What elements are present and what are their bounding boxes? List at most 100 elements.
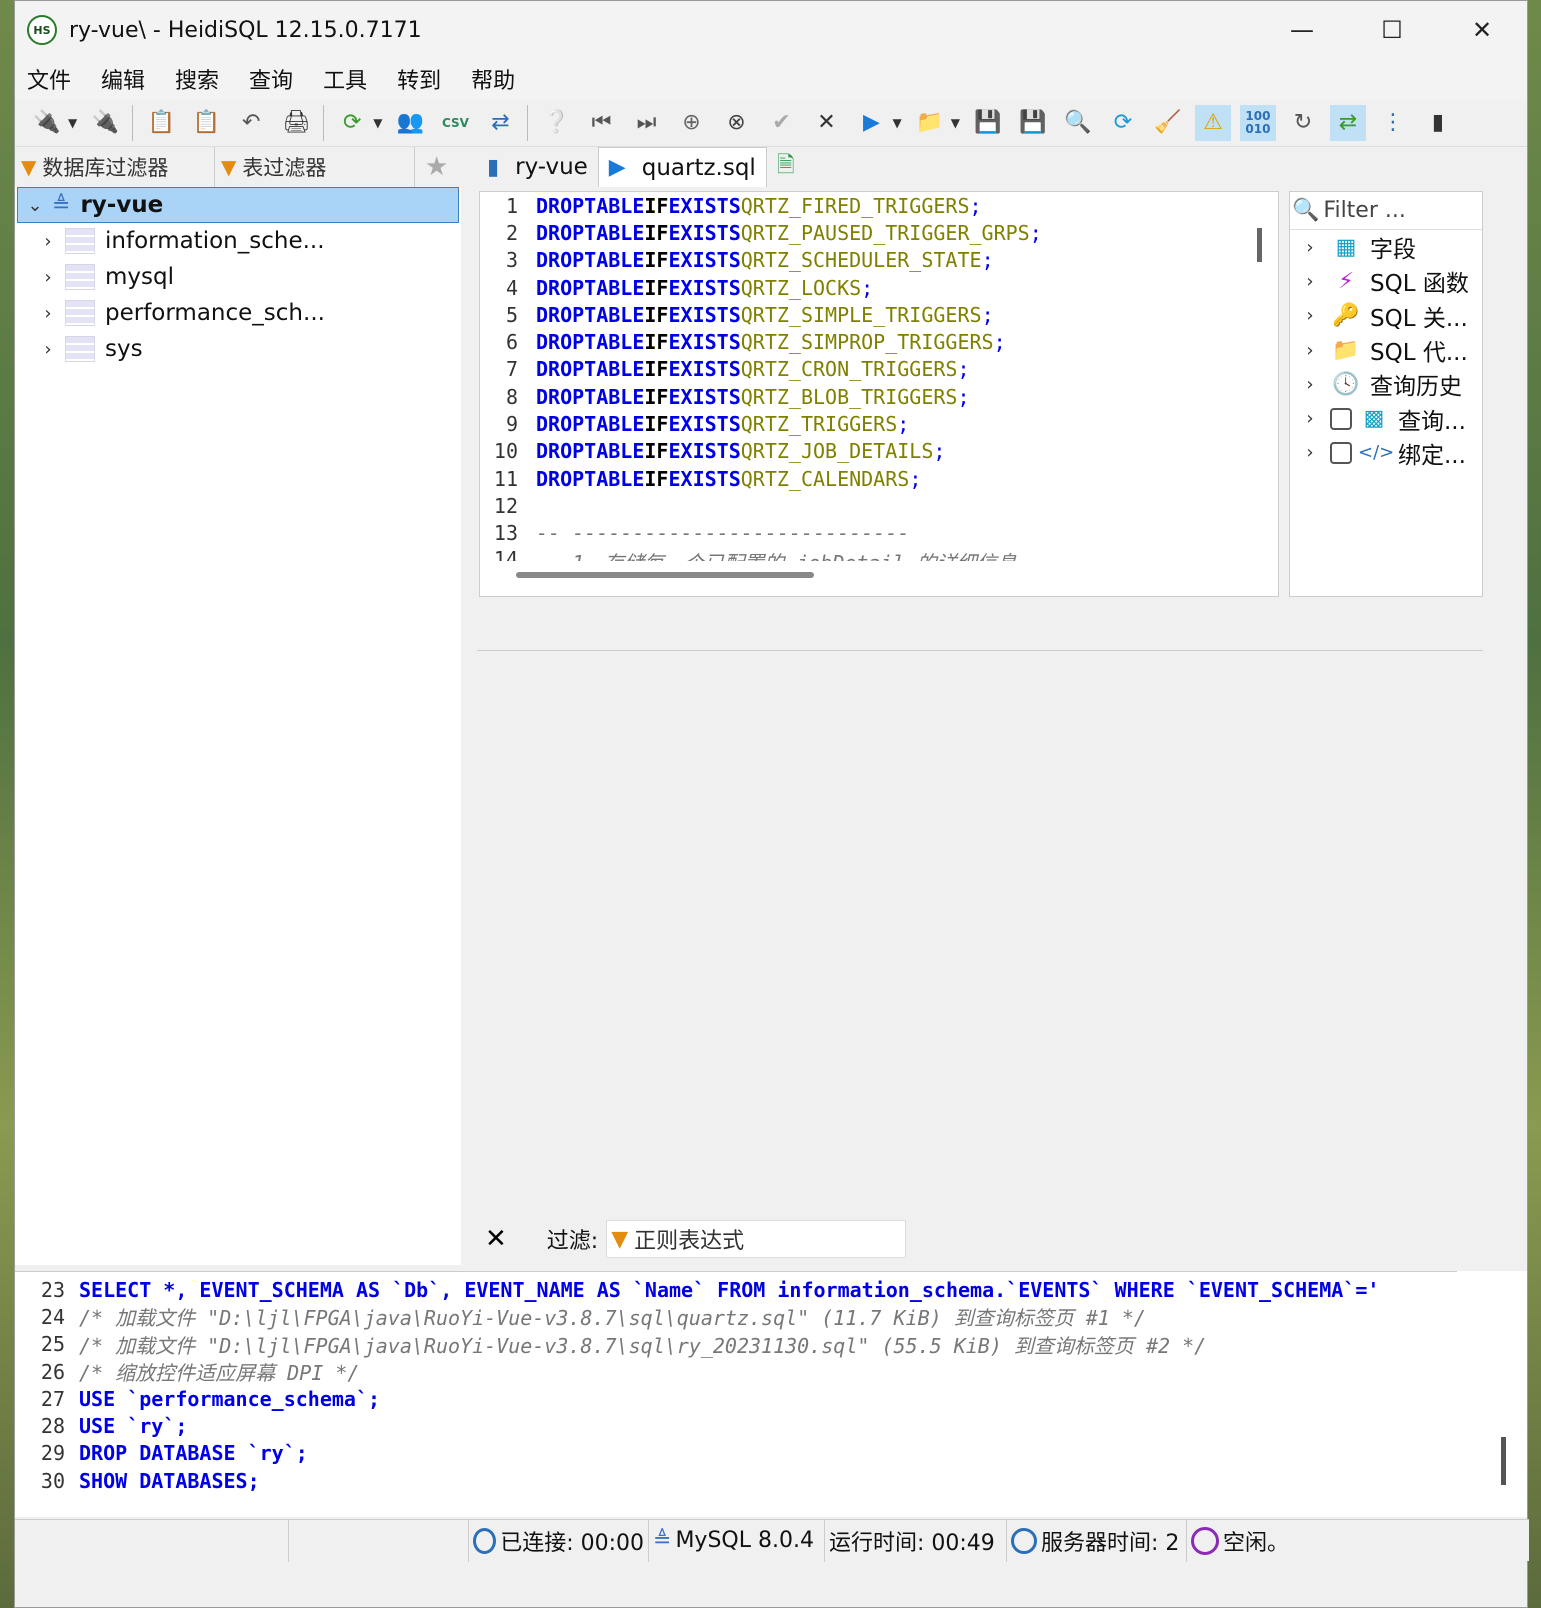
user-manager-icon[interactable]: 👥 [392, 105, 428, 141]
add-record-icon[interactable]: ⊕ [673, 105, 709, 141]
tree-node-db[interactable]: › performance_sch... [15, 295, 461, 331]
database-filter-tab[interactable]: ▼ 数据库过滤器 [15, 147, 215, 187]
table-filter-tab[interactable]: ▼ 表过滤器 [215, 147, 415, 187]
keyword-if: IF [644, 193, 669, 218]
save-icon[interactable]: 💾 [970, 105, 1006, 141]
chevron-right-icon[interactable]: › [1290, 374, 1330, 395]
helper-item-keywords[interactable]: › 🔑 SQL 关... [1290, 299, 1482, 333]
tree-node-root[interactable]: ⌄ ≜ ry-vue [17, 187, 459, 223]
menu-tools[interactable]: 工具 [323, 63, 367, 95]
keyword-exists: EXISTS [668, 439, 741, 464]
binary-icon[interactable]: 100 010 [1239, 104, 1276, 141]
keyword-if: IF [644, 384, 669, 409]
helper-item-profile[interactable]: › ▩ 查询... [1290, 401, 1482, 435]
replace-icon[interactable]: ⟳ [1105, 105, 1141, 141]
helper-label: SQL 代... [1370, 340, 1468, 367]
table-grid-icon: ▦ [1335, 234, 1357, 260]
app-icon: HS [27, 15, 57, 45]
tab-query[interactable]: ▶ quartz.sql [597, 147, 767, 187]
tab-database[interactable]: ▮ ry-vue [477, 147, 598, 187]
export-csv-icon[interactable]: CSV [437, 105, 473, 141]
connect-icon[interactable]: 🔌 [29, 105, 65, 141]
find-icon[interactable]: 🔍 [1060, 105, 1096, 141]
mysql-dolphin-icon: ≜ [653, 1528, 672, 1553]
undo-icon[interactable]: ↶ [233, 105, 269, 141]
menu-file[interactable]: 文件 [27, 63, 71, 95]
keyword-exists: EXISTS [668, 248, 741, 273]
chevron-right-icon[interactable]: › [31, 267, 65, 288]
wrap-icon[interactable]: ↻ [1285, 105, 1321, 141]
sql-log-panel[interactable]: 23 SELECT *, EVENT_SCHEMA AS `Db`, EVENT_… [15, 1271, 1457, 1517]
favorite-star-icon[interactable]: ★ [425, 152, 448, 182]
checkbox[interactable] [1330, 441, 1352, 464]
chevron-right-icon[interactable]: › [1290, 305, 1330, 326]
helper-item-snippets[interactable]: › 📁 SQL 代... [1290, 333, 1482, 367]
chevron-right-icon[interactable]: › [1290, 340, 1330, 361]
print-icon[interactable]: 🖨 [278, 105, 314, 141]
log-scrollbar[interactable] [1501, 1437, 1506, 1485]
checkbox[interactable] [1330, 407, 1352, 430]
post-record-icon[interactable]: ✔ [763, 105, 799, 141]
close-button[interactable]: ✕ [1437, 1, 1527, 59]
execute-icon[interactable]: ▶ [853, 105, 889, 141]
helper-item-history[interactable]: › 🕓 查询历史 [1290, 367, 1482, 401]
menu-goto[interactable]: 转到 [397, 63, 441, 95]
last-record-icon[interactable]: ⏭ [628, 105, 664, 141]
tree-node-db[interactable]: › sys [15, 331, 461, 367]
chevron-right-icon[interactable]: › [1290, 271, 1330, 292]
chevron-right-icon[interactable]: › [1290, 237, 1330, 258]
more-icon[interactable]: ▮ [1420, 105, 1456, 141]
transfer-icon[interactable]: ⇄ [482, 105, 518, 141]
execute-dropdown-icon[interactable]: ▼ [892, 116, 901, 130]
save-snippet-icon[interactable]: 💾 [1015, 105, 1051, 141]
semicolon: ; [957, 384, 970, 409]
sql-editor[interactable]: 1 DROP TABLE IF EXISTS QRTZ_FIRED_TRIGGER… [479, 191, 1279, 597]
minimize-button[interactable]: — [1257, 1, 1347, 59]
chevron-right-icon[interactable]: › [31, 339, 65, 360]
keyword-exists: EXISTS [668, 412, 741, 437]
chevron-right-icon[interactable]: › [1290, 408, 1330, 429]
menu-search[interactable]: 搜索 [175, 63, 219, 95]
refresh-icon[interactable]: ⟳ [334, 105, 370, 141]
menu-help[interactable]: 帮助 [471, 63, 515, 95]
keyword-drop: DROP [536, 330, 585, 355]
helpers-filter[interactable]: 🔍 Filter ... [1290, 192, 1482, 230]
maximize-button[interactable]: ☐ [1347, 1, 1437, 59]
open-folder-icon[interactable]: 📁 [912, 105, 948, 141]
helper-item-functions[interactable]: › ⚡ SQL 函数 [1290, 264, 1482, 298]
first-record-icon[interactable]: ⏮ [583, 105, 619, 141]
helper-item-columns[interactable]: › ▦ 字段 [1290, 230, 1482, 264]
copy-icon[interactable]: 📋 [143, 105, 179, 141]
splitter-strip[interactable] [477, 597, 1483, 651]
vertical-scrollbar[interactable] [1257, 228, 1262, 262]
helper-item-bind[interactable]: › </> 绑定... [1290, 436, 1482, 470]
regex-filter-input[interactable]: ▼ 正则表达式 [606, 1220, 907, 1258]
paste-icon[interactable]: 📋 [188, 105, 224, 141]
vertical-dots-icon[interactable]: ⋮ [1375, 105, 1411, 141]
log-text: USE `ry`; [79, 1414, 188, 1439]
delete-record-icon[interactable]: ⊗ [718, 105, 754, 141]
horizontal-scrollbar[interactable] [516, 572, 814, 578]
new-query-tab-button[interactable]: 🗎 [767, 147, 821, 187]
disconnect-icon[interactable]: 🔌 [87, 105, 123, 141]
close-filter-icon[interactable]: ✕ [485, 1224, 507, 1254]
menu-edit[interactable]: 编辑 [101, 63, 145, 95]
connect-dropdown-icon[interactable]: ▼ [68, 116, 77, 130]
tree-node-db[interactable]: › information_sche... [15, 223, 461, 259]
open-dropdown-icon[interactable]: ▼ [951, 116, 960, 130]
chevron-right-icon[interactable]: › [1290, 442, 1330, 463]
line-number: 26 [40, 1359, 65, 1384]
chevron-right-icon[interactable]: › [31, 231, 65, 252]
menu-query[interactable]: 查询 [249, 63, 293, 95]
cancel-icon[interactable]: ✕ [808, 105, 844, 141]
editor-line: 7 DROP TABLE IF EXISTS QRTZ_CRON_TRIGGERS… [480, 356, 1278, 383]
refresh-dropdown-icon[interactable]: ▼ [373, 116, 382, 130]
tree-node-db[interactable]: › mysql [15, 259, 461, 295]
clean-icon[interactable]: 🧹 [1150, 105, 1186, 141]
chevron-right-icon[interactable]: › [31, 303, 65, 324]
database-icon [65, 336, 95, 362]
sync-icon[interactable]: ⇄ [1329, 104, 1366, 141]
help-icon[interactable]: ❔ [538, 105, 574, 141]
chevron-down-icon[interactable]: ⌄ [18, 195, 52, 216]
warning-icon[interactable]: ⚠ [1194, 104, 1231, 141]
